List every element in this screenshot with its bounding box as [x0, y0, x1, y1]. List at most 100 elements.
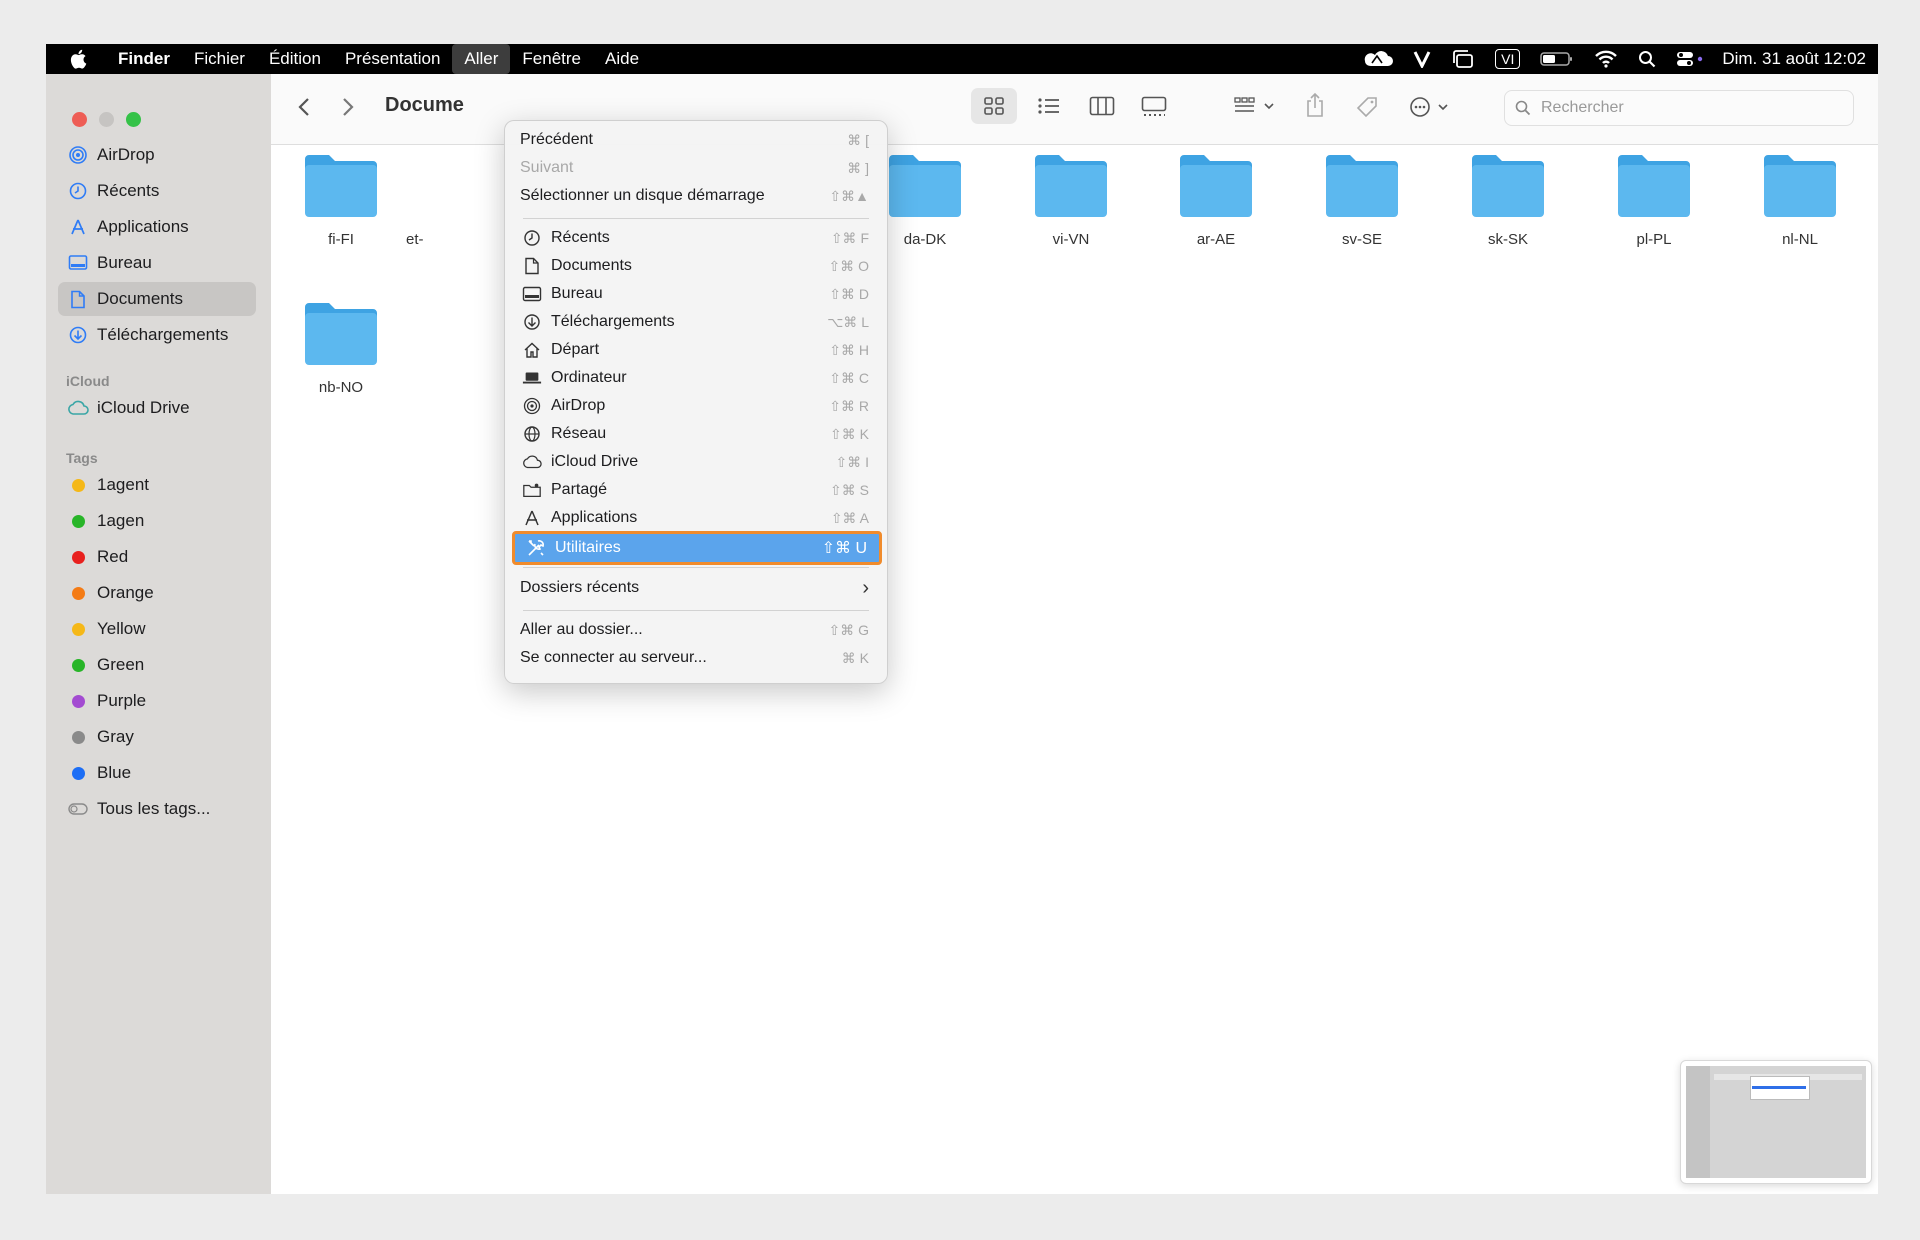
folder-item[interactable]: fi-FI — [286, 151, 396, 248]
folder-icon — [305, 303, 377, 365]
v-app-icon[interactable] — [1413, 50, 1431, 68]
list-view-button[interactable] — [1037, 96, 1061, 116]
menu-item-bureau[interactable]: Bureau ⇧⌘ D — [511, 281, 881, 307]
sidebar-tag-purple[interactable]: Purple — [58, 684, 256, 718]
sidebar-tag-red[interactable]: Red — [58, 540, 256, 574]
menu-item-ordinateur[interactable]: Ordinateur ⇧⌘ C — [511, 365, 881, 391]
folder-label: et- — [406, 231, 424, 248]
sidebar-tag-orange[interactable]: Orange — [58, 576, 256, 610]
zoom-button[interactable] — [126, 112, 141, 127]
menu-item-partage[interactable]: Partagé ⇧⌘ S — [511, 477, 881, 503]
minimize-button[interactable] — [99, 112, 114, 127]
group-by-button[interactable] — [1233, 96, 1277, 116]
menu-presentation[interactable]: Présentation — [333, 44, 452, 74]
menu-item-label: Utilitaires — [555, 539, 621, 556]
more-actions-button[interactable] — [1409, 96, 1453, 118]
tag-button[interactable] — [1355, 96, 1379, 120]
folder-item[interactable]: et- — [406, 151, 446, 248]
battery-icon[interactable] — [1540, 51, 1574, 67]
menu-item-suivant[interactable]: Suivant ⌘ ] — [511, 155, 881, 181]
close-button[interactable] — [72, 112, 87, 127]
menu-item-label: AirDrop — [551, 397, 606, 414]
control-center-icon[interactable] — [1676, 50, 1704, 68]
menu-item-telechargements[interactable]: Téléchargements ⌥⌘ L — [511, 309, 881, 335]
menu-fenetre[interactable]: Fenêtre — [510, 44, 593, 74]
sidebar-item-airdrop[interactable]: AirDrop — [58, 138, 256, 172]
menu-item-startup-disk[interactable]: Sélectionner un disque démarrage ⇧⌘▲ — [511, 183, 881, 209]
clock[interactable]: Dim. 31 août 12:02 — [1722, 49, 1866, 69]
menu-item-shortcut: ⇧⌘ F — [830, 229, 869, 246]
tag-color-dot — [71, 766, 85, 780]
sidebar-tag-1agen[interactable]: 1agen — [58, 504, 256, 538]
forward-button[interactable] — [341, 96, 355, 118]
folder-item[interactable]: vi-VN — [1016, 151, 1126, 248]
menu-item-recents[interactable]: Récents ⇧⌘ F — [511, 225, 881, 251]
sidebar-item-recents[interactable]: Récents — [58, 174, 256, 208]
sidebar-item-label: Bureau — [97, 253, 152, 272]
tag-color-dot — [71, 694, 85, 708]
sidebar-item-label: Purple — [97, 691, 147, 710]
menu-item-shortcut: ⇧⌘ O — [828, 257, 869, 274]
menu-item-icloud-drive[interactable]: iCloud Drive ⇧⌘ I — [511, 449, 881, 475]
sidebar-item-label: Gray — [97, 727, 134, 746]
folder-item[interactable]: sk-SK — [1453, 151, 1563, 248]
sidebar-item-icloud-drive[interactable]: iCloud Drive — [58, 391, 256, 425]
menu-finder[interactable]: Finder — [106, 44, 182, 74]
gallery-view-button[interactable] — [1141, 96, 1167, 118]
folder-icon — [305, 155, 377, 217]
menu-item-connect-server[interactable]: Se connecter au serveur... ⌘ K — [511, 645, 881, 671]
tag-color-dot — [71, 658, 85, 672]
sidebar-item-bureau[interactable]: Bureau — [58, 246, 256, 280]
menu-item-recent-folders[interactable]: Dossiers récents › — [511, 575, 881, 601]
menu-item-depart[interactable]: Départ ⇧⌘ H — [511, 337, 881, 363]
folder-item[interactable]: sv-SE — [1307, 151, 1417, 248]
folder-item[interactable]: ar-AE — [1161, 151, 1271, 248]
menu-item-shortcut: ⌘ [ — [847, 131, 869, 148]
menu-item-documents[interactable]: Documents ⇧⌘ O — [511, 253, 881, 279]
screenshot-thumbnail[interactable] — [1680, 1060, 1872, 1184]
sidebar-tag-yellow[interactable]: Yellow — [58, 612, 256, 646]
menu-item-go-to-folder[interactable]: Aller au dossier... ⇧⌘ G — [511, 617, 881, 643]
menu-item-precedent[interactable]: Précédent ⌘ [ — [511, 127, 881, 153]
menu-item-shortcut: ⇧⌘ G — [828, 621, 869, 638]
folder-item[interactable]: pl-PL — [1599, 151, 1709, 248]
menu-fichier[interactable]: Fichier — [182, 44, 257, 74]
folder-label: pl-PL — [1636, 231, 1672, 248]
windows-icon[interactable] — [1451, 49, 1475, 69]
icon-view-button[interactable] — [971, 88, 1017, 124]
wifi-icon[interactable] — [1594, 50, 1618, 68]
folder-item[interactable]: nl-NL — [1745, 151, 1855, 248]
search-field[interactable]: Rechercher — [1504, 90, 1854, 126]
apple-icon[interactable] — [70, 49, 92, 69]
sidebar-item-documents[interactable]: Documents — [58, 282, 256, 316]
menu-aller[interactable]: Aller — [452, 44, 511, 74]
menu-item-applications[interactable]: Applications ⇧⌘ A — [511, 505, 881, 531]
sidebar-tag-blue[interactable]: Blue — [58, 756, 256, 790]
folder-icon — [1326, 155, 1398, 217]
spotlight-icon[interactable] — [1638, 50, 1656, 68]
share-button[interactable] — [1305, 92, 1325, 118]
input-source-icon[interactable]: VI — [1495, 49, 1521, 69]
column-view-button[interactable] — [1089, 96, 1115, 116]
sidebar-item-label: iCloud Drive — [97, 398, 190, 417]
menu-item-shortcut: ⇧⌘▲ — [829, 187, 869, 204]
sidebar-item-label: Yellow — [97, 619, 146, 638]
sidebar-tag-green[interactable]: Green — [58, 648, 256, 682]
window-title: Docume — [385, 94, 464, 116]
folder-label: vi-VN — [1052, 231, 1090, 248]
menu-item-reseau[interactable]: Réseau ⇧⌘ K — [511, 421, 881, 447]
menu-item-utilitaires[interactable]: Utilitaires ⇧⌘ U — [512, 531, 882, 565]
sidebar-all-tags[interactable]: Tous les tags... — [58, 792, 256, 826]
menu-aide[interactable]: Aide — [593, 44, 651, 74]
sidebar-item-applications[interactable]: Applications — [58, 210, 256, 244]
menu-item-label: Suivant — [520, 159, 574, 176]
menu-item-airdrop[interactable]: AirDrop ⇧⌘ R — [511, 393, 881, 419]
creative-cloud-icon[interactable] — [1363, 51, 1394, 67]
sidebar-tag-gray[interactable]: Gray — [58, 720, 256, 754]
sidebar: AirDrop Récents Applications Bureau Docu… — [46, 74, 271, 1194]
sidebar-tag-1agent[interactable]: 1agent — [58, 468, 256, 502]
folder-item[interactable]: nb-NO — [286, 299, 396, 396]
sidebar-item-telechargements[interactable]: Téléchargements — [58, 318, 256, 352]
back-button[interactable] — [297, 96, 311, 118]
menu-edition[interactable]: Édition — [257, 44, 333, 74]
